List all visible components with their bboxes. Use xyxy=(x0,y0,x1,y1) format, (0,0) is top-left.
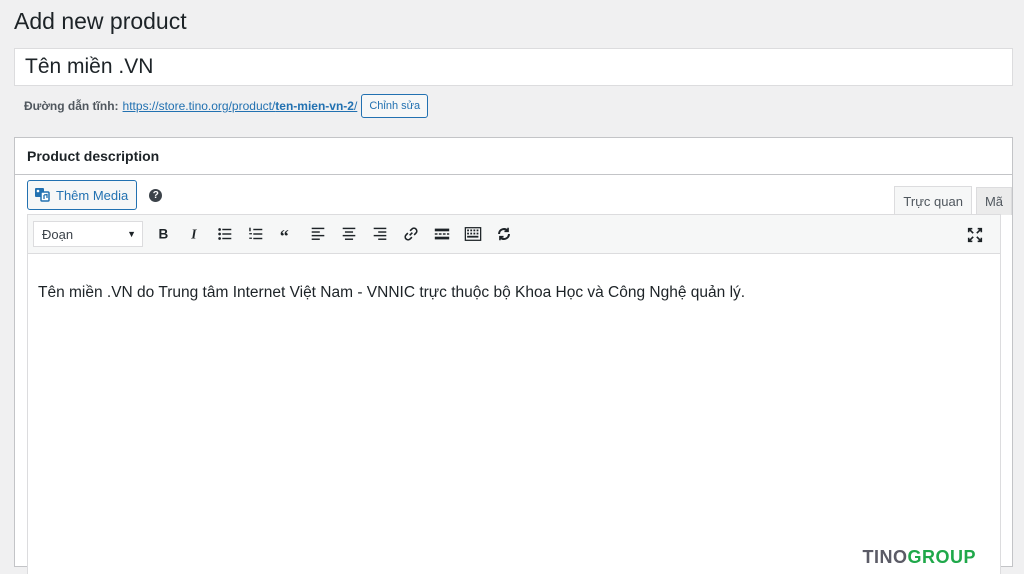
toolbar-toggle-icon[interactable] xyxy=(457,220,488,248)
permalink-row: Đường dẫn tĩnh: https://store.tino.org/p… xyxy=(24,94,429,118)
align-right-icon[interactable] xyxy=(364,220,395,248)
bold-icon[interactable]: B xyxy=(147,220,178,248)
edit-slug-button[interactable]: Chỉnh sửa xyxy=(361,94,429,118)
format-select[interactable]: Đoạn ▼ xyxy=(33,221,143,247)
svg-text:B: B xyxy=(158,227,168,242)
permalink-link[interactable]: https://store.tino.org/product/ten-mien-… xyxy=(123,99,358,113)
permalink-url-base: https://store.tino.org/product/ xyxy=(122,99,276,113)
bulleted-list-icon[interactable] xyxy=(209,220,240,248)
add-media-icon xyxy=(34,186,50,205)
postbox-title: Product description xyxy=(15,138,1012,175)
editor-tabs: Trực quan Mã xyxy=(890,186,1012,215)
editor-content-area[interactable]: Tên miền .VN do Trung tâm Internet Việt … xyxy=(27,254,1001,574)
help-icon[interactable]: ? xyxy=(149,188,163,202)
fullscreen-icon[interactable] xyxy=(959,221,990,249)
link-icon[interactable] xyxy=(395,220,426,248)
svg-text:I: I xyxy=(190,227,197,242)
page-title: Add new product xyxy=(14,8,187,34)
blockquote-icon[interactable]: “ xyxy=(271,220,302,248)
editor-toolbar: Đoạn ▼ B I “ xyxy=(27,214,1001,254)
add-media-label: Thêm Media xyxy=(56,187,129,203)
align-center-icon[interactable] xyxy=(333,220,364,248)
add-media-button[interactable]: Thêm Media xyxy=(27,180,138,210)
numbered-list-icon[interactable] xyxy=(240,220,271,248)
permalink-label: Đường dẫn tĩnh: xyxy=(24,99,119,113)
format-select-value: Đoạn xyxy=(42,226,74,242)
permalink-url-suffix: / xyxy=(353,99,358,113)
tab-visual[interactable]: Trực quan xyxy=(894,186,972,215)
italic-icon[interactable]: I xyxy=(178,220,209,248)
read-more-icon[interactable] xyxy=(426,220,457,248)
svg-text:“: “ xyxy=(279,226,288,243)
chevron-down-icon: ▼ xyxy=(127,229,136,239)
product-title-input[interactable] xyxy=(14,48,1013,86)
editor-content-text: Tên miền .VN do Trung tâm Internet Việt … xyxy=(38,284,746,301)
tab-code[interactable]: Mã xyxy=(975,187,1012,215)
wp-refresh-icon[interactable] xyxy=(488,220,519,248)
media-buttons: Thêm Media ? xyxy=(27,180,163,210)
product-description-box: Product description Thêm Media ? Trực qu… xyxy=(14,137,1013,574)
align-left-icon[interactable] xyxy=(302,220,333,248)
permalink-slug: ten-mien-vn-2 xyxy=(275,99,354,113)
